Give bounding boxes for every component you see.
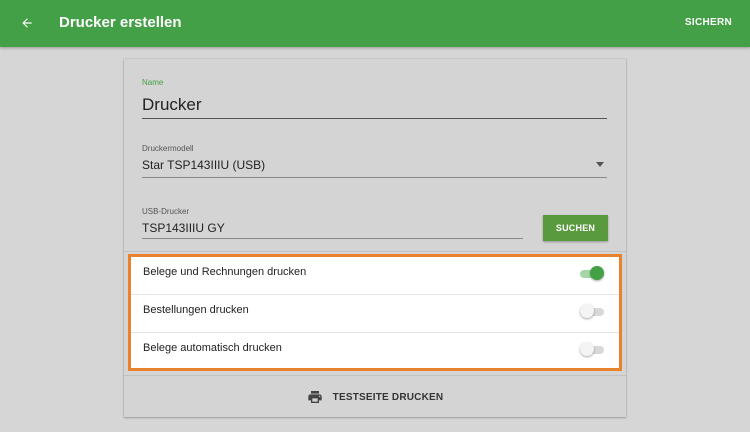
dropdown-arrow-icon[interactable] bbox=[596, 162, 604, 167]
name-field-label: Name bbox=[142, 78, 164, 87]
toggle-row-receipts[interactable]: Belege und Rechnungen drucken bbox=[131, 257, 619, 294]
orders-switch[interactable] bbox=[580, 304, 604, 320]
usb-field-label: USB-Drucker bbox=[142, 207, 190, 216]
page-title: Drucker erstellen bbox=[59, 14, 182, 31]
auto-print-switch[interactable] bbox=[580, 342, 604, 358]
search-button[interactable]: SUCHEN bbox=[543, 215, 608, 241]
printer-icon bbox=[308, 391, 322, 403]
toggle-label: Belege automatisch drucken bbox=[143, 342, 282, 354]
receipts-switch[interactable] bbox=[580, 266, 604, 282]
print-toggles-highlight: Belege und Rechnungen drucken Bestellung… bbox=[128, 254, 622, 371]
switch-thumb bbox=[590, 266, 604, 280]
name-field-underline bbox=[142, 118, 607, 119]
back-button[interactable] bbox=[16, 12, 38, 34]
model-select[interactable]: Star TSP143IIIU (USB) bbox=[142, 158, 265, 172]
toggle-label: Belege und Rechnungen drucken bbox=[143, 266, 307, 278]
toggle-row-auto-print[interactable]: Belege automatisch drucken bbox=[131, 333, 619, 370]
toggle-label: Bestellungen drucken bbox=[143, 304, 249, 316]
section-divider bbox=[124, 375, 626, 376]
save-button[interactable]: SICHERN bbox=[685, 17, 732, 28]
model-field-label: Druckermodell bbox=[142, 144, 194, 153]
usb-field-underline bbox=[142, 238, 523, 239]
arrow-left-icon bbox=[22, 18, 32, 28]
toggle-row-orders[interactable]: Bestellungen drucken bbox=[131, 295, 619, 332]
printer-form-card: Name Drucker Druckermodell Star TSP143II… bbox=[124, 59, 626, 417]
print-test-page-button[interactable]: TESTSEITE DRUCKEN bbox=[124, 377, 626, 417]
app-bar: Drucker erstellen SICHERN bbox=[0, 0, 750, 47]
usb-printer-field[interactable]: TSP143IIIU GY bbox=[142, 221, 225, 235]
section-divider bbox=[124, 251, 626, 252]
print-test-label: TESTSEITE DRUCKEN bbox=[332, 391, 444, 403]
model-field-underline bbox=[142, 177, 607, 178]
name-field[interactable]: Drucker bbox=[142, 95, 202, 115]
switch-thumb bbox=[580, 304, 594, 318]
switch-thumb bbox=[580, 342, 594, 356]
